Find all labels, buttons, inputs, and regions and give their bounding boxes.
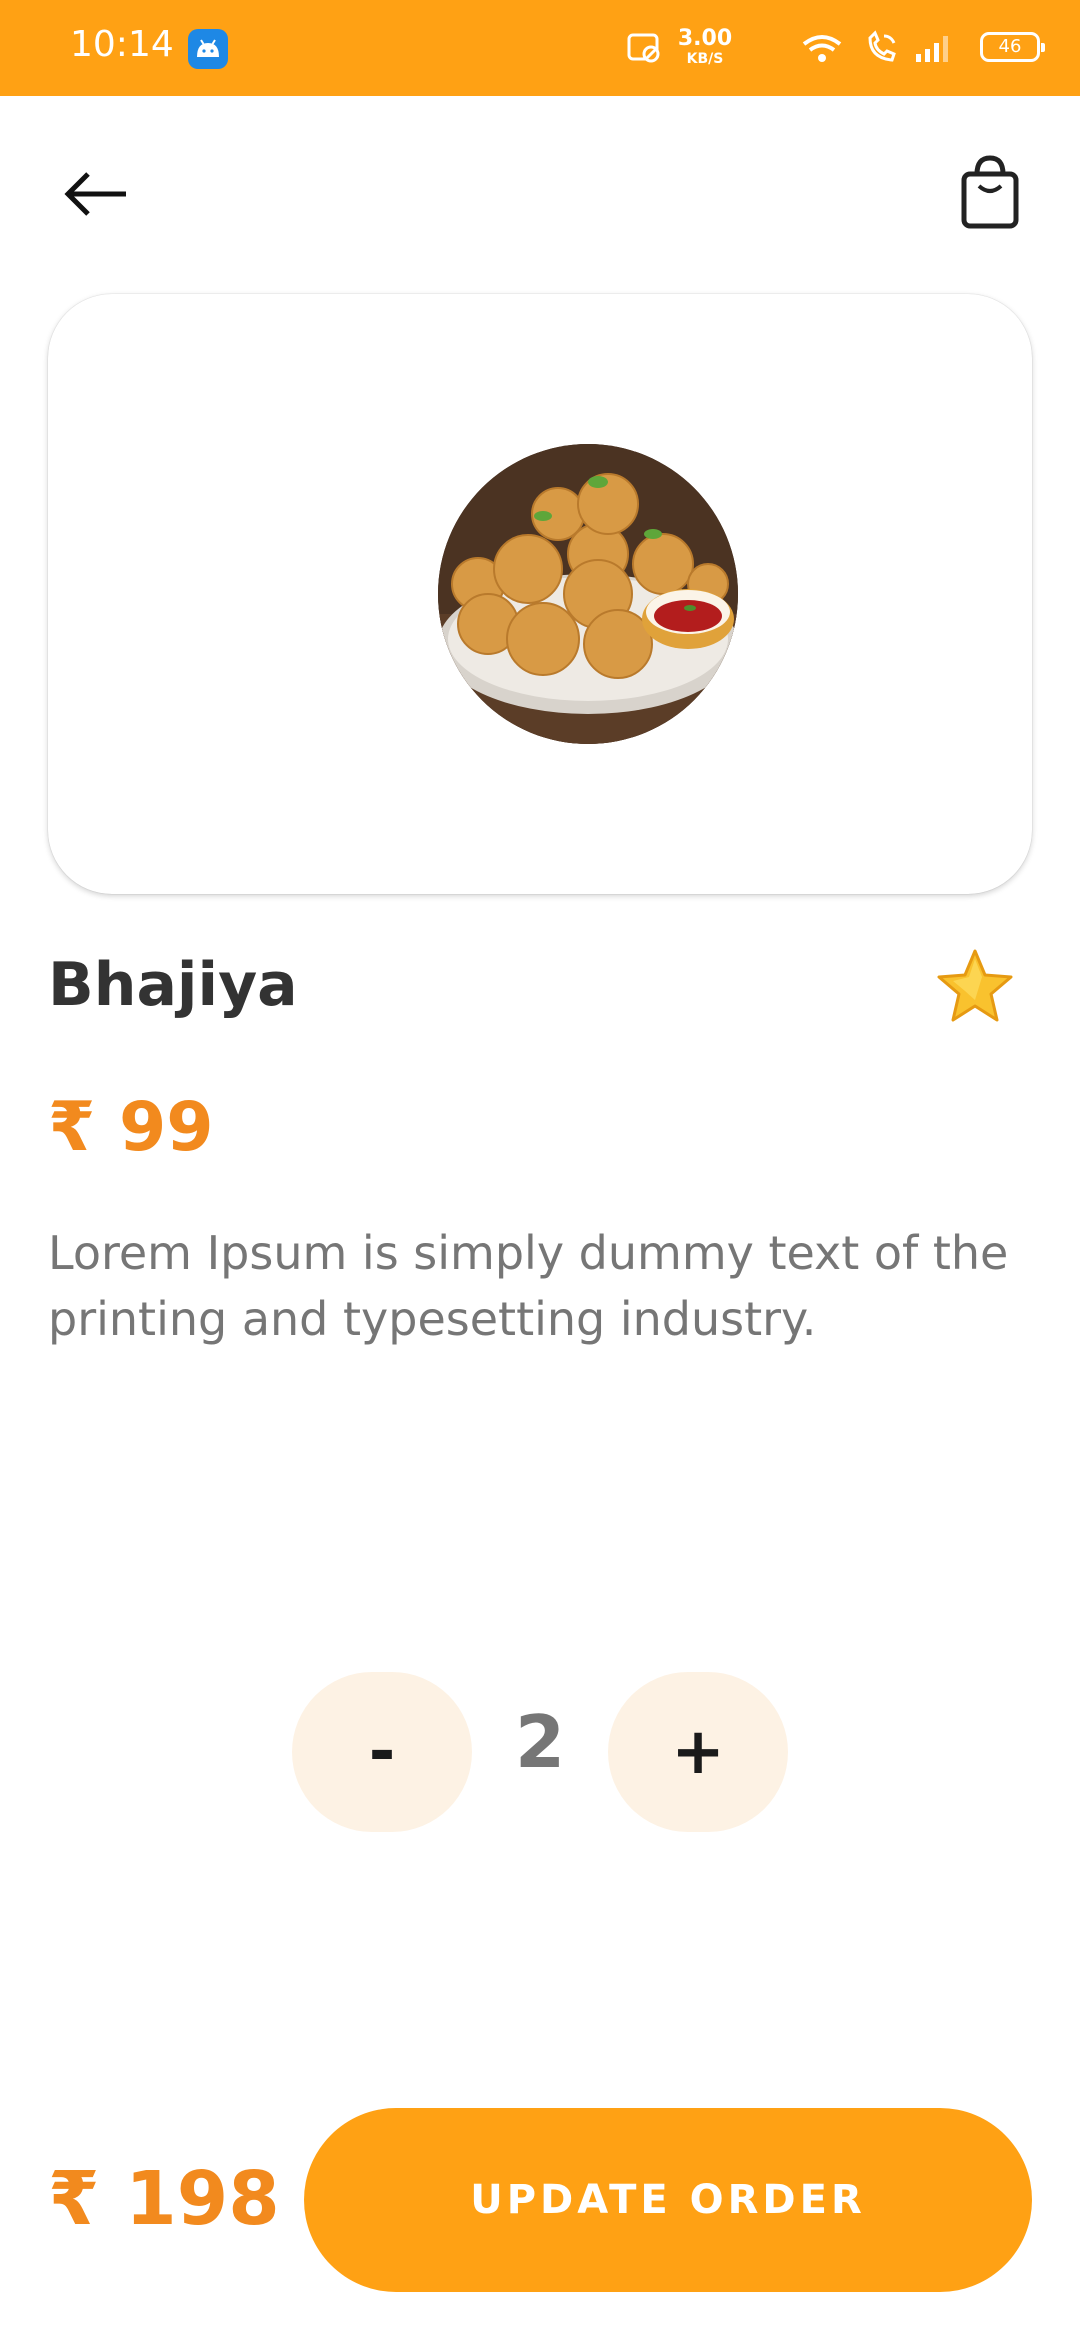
cart-button[interactable] — [955, 150, 1035, 240]
android-app-icon — [188, 29, 228, 69]
battery-icon: 46 — [980, 32, 1045, 62]
no-sim-icon — [626, 32, 662, 69]
status-bar: 10:14 3.00 KB/S 46 — [0, 0, 1080, 96]
favorite-button[interactable] — [935, 945, 1015, 1025]
status-time: 10:14 — [70, 24, 174, 65]
status-icons: 3.00 KB/S 46 — [620, 24, 1045, 72]
product-image — [438, 444, 738, 744]
shopping-bag-icon — [961, 155, 1019, 229]
product-image-card — [48, 294, 1032, 894]
product-title: Bhajiya — [48, 950, 298, 1020]
net-speed-value: 3.00 — [677, 26, 733, 51]
quantity-value: 2 — [514, 1700, 566, 1784]
update-order-button[interactable]: UPDATE ORDER — [304, 2108, 1032, 2292]
order-total: ₹ 198 — [48, 2156, 280, 2242]
decrease-quantity-button[interactable]: - — [292, 1672, 472, 1832]
increase-quantity-button[interactable]: + — [608, 1672, 788, 1832]
star-icon — [937, 949, 1013, 1022]
wifi-calling-icon — [864, 30, 900, 71]
signal-icon — [914, 34, 954, 69]
product-description: Lorem Ipsum is simply dummy text of the … — [48, 1226, 1009, 1346]
product-detail-screen: 10:14 3.00 KB/S 46 Bhajiya ₹ 99 Lorem Ip… — [0, 0, 1080, 2340]
arrow-left-icon — [64, 172, 126, 216]
back-button[interactable] — [60, 160, 140, 230]
net-speed: 3.00 KB/S — [670, 26, 740, 67]
wifi-icon — [802, 34, 842, 69]
net-speed-unit: KB/S — [686, 51, 724, 67]
product-price: ₹ 99 — [48, 1088, 214, 1167]
